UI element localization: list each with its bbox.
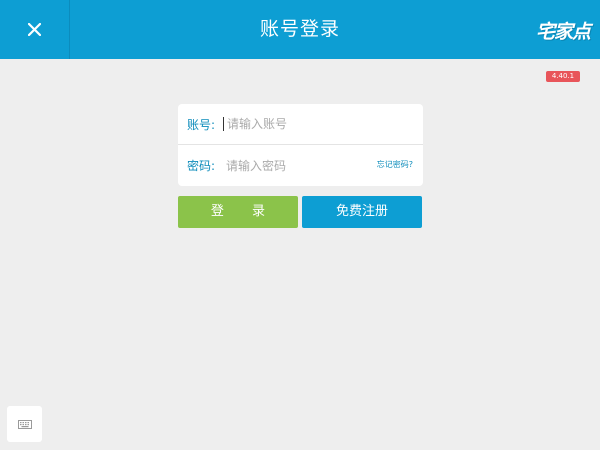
register-button[interactable]: 免费注册 bbox=[302, 196, 422, 228]
keyboard-icon bbox=[17, 419, 32, 429]
keyboard-button[interactable] bbox=[7, 406, 42, 442]
password-row: 密码: 忘记密码? bbox=[178, 145, 423, 186]
password-label: 密码: bbox=[187, 159, 216, 173]
forgot-password-link[interactable]: 忘记密码? bbox=[377, 159, 413, 170]
page-title: 账号登录 bbox=[259, 18, 340, 40]
account-label: 账号: bbox=[187, 117, 216, 132]
account-row: 账号: bbox=[178, 104, 423, 145]
account-input[interactable] bbox=[223, 117, 423, 131]
login-form: 账号: 密码: 忘记密码? bbox=[178, 104, 423, 186]
app-logo: 宅家点 bbox=[535, 21, 591, 43]
login-button[interactable]: 登 录 bbox=[178, 196, 298, 228]
header-bar: 账号登录 宅家点 bbox=[0, 0, 600, 59]
version-badge: 4.40.1 bbox=[546, 71, 580, 82]
